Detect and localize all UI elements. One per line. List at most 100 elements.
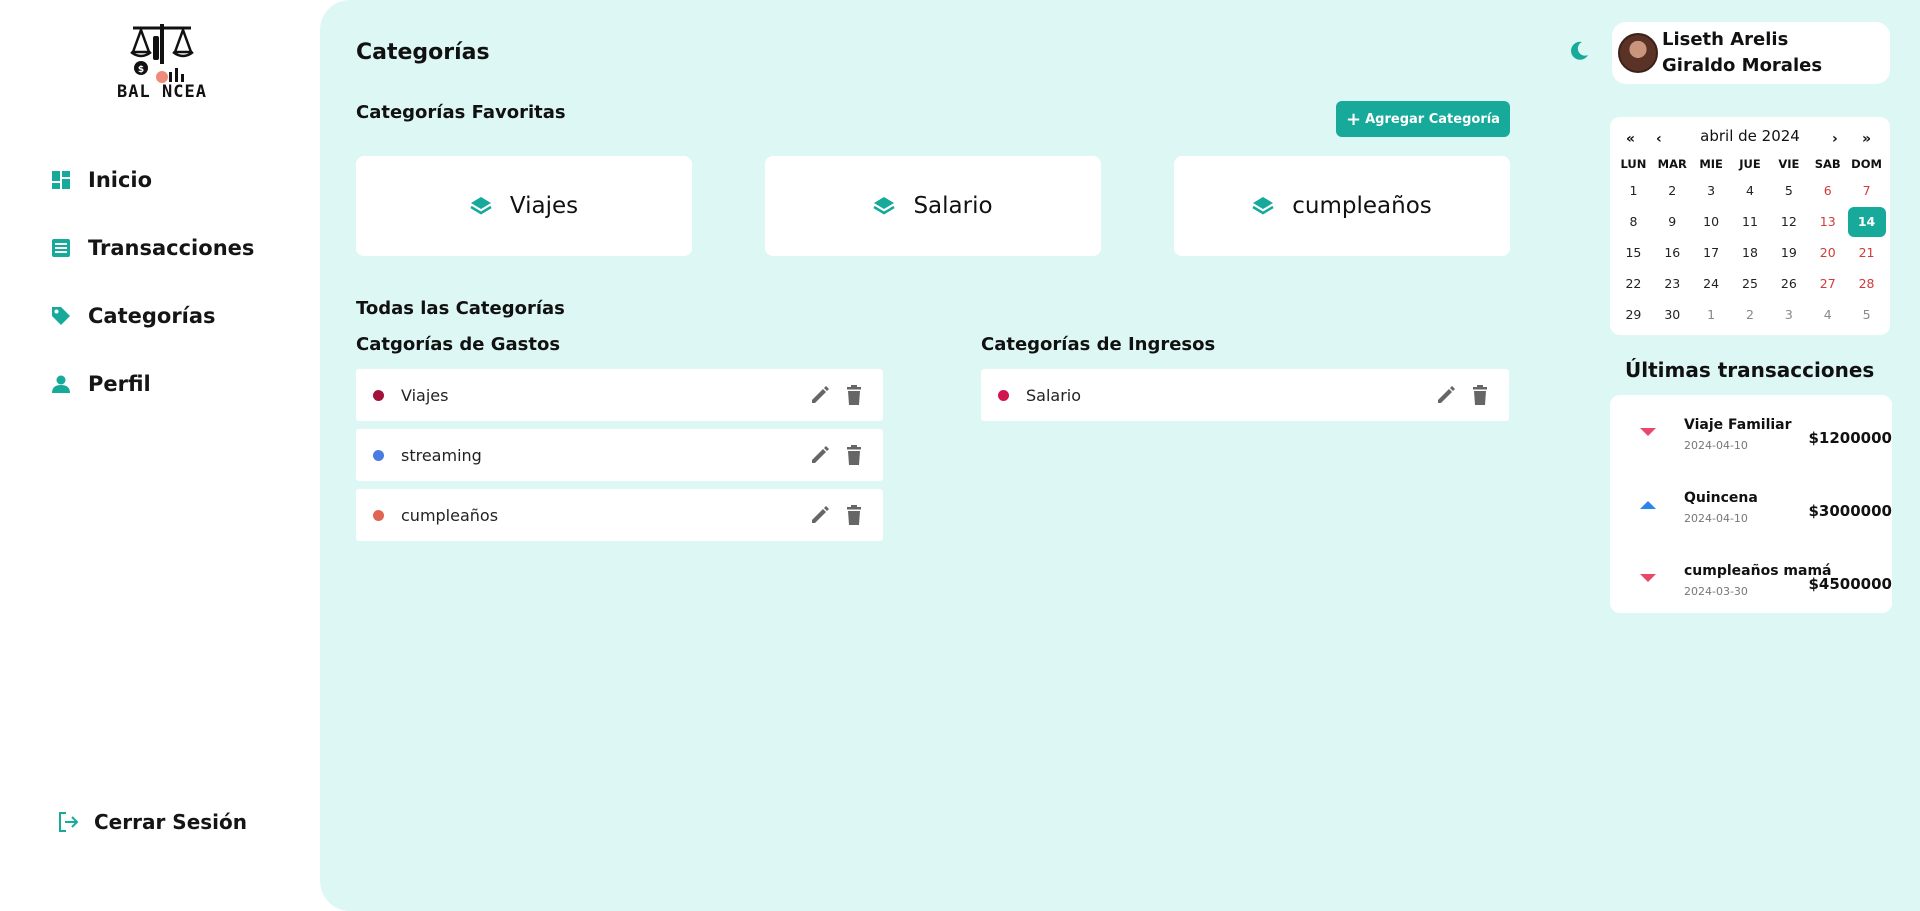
calendar-day[interactable]: 3 [1769, 299, 1808, 330]
calendar-day[interactable]: 17 [1692, 237, 1731, 268]
logout-label: Cerrar Sesión [94, 810, 247, 834]
sidebar-item-transacciones[interactable]: Transacciones [50, 228, 254, 268]
calendar-day[interactable]: 26 [1769, 268, 1808, 299]
delete-icon[interactable] [1469, 384, 1491, 406]
calendar-day[interactable]: 5 [1847, 299, 1886, 330]
expense-category-row: cumpleaños [356, 489, 883, 541]
category-color-dot [373, 449, 384, 461]
calendar-weekday: MAR [1657, 157, 1687, 171]
edit-icon[interactable] [809, 444, 831, 466]
sidebar-item-inicio[interactable]: Inicio [50, 160, 254, 200]
brand-logo[interactable]: $ BAL NCEA [112, 22, 212, 114]
calendar-day[interactable]: 8 [1614, 206, 1653, 237]
app-root: $ BAL NCEA Inicio Transacciones Categorí… [0, 0, 1920, 911]
calendar-grid: LUN MAR MIE JUE VIE SAB DOM 1 2 3 4 5 6 7 8 9 10 11 12 13 14… [1614, 153, 1886, 330]
calendar-day[interactable]: 28 [1847, 268, 1886, 299]
category-color-dot [373, 389, 384, 401]
expense-category-row: streaming [356, 429, 883, 481]
calendar-day[interactable]: 29 [1614, 299, 1653, 330]
transaction-row[interactable]: Viaje Familiar 2024-04-10 $1200000 [1610, 399, 1892, 459]
calendar-day[interactable]: 2 [1731, 299, 1770, 330]
calendar-day[interactable]: 19 [1769, 237, 1808, 268]
arrow-down-icon [1640, 574, 1656, 582]
calendar-day[interactable]: 4 [1731, 175, 1770, 206]
calendar-weekday: DOM [1851, 157, 1882, 171]
layers-icon [873, 195, 896, 217]
calendar-day[interactable]: 23 [1653, 268, 1692, 299]
favorite-card[interactable]: Salario [765, 156, 1101, 256]
transaction-date: 2024-04-10 [1684, 512, 1748, 525]
calendar-day[interactable]: 22 [1614, 268, 1653, 299]
sidebar-item-perfil[interactable]: Perfil [50, 364, 254, 404]
calendar-day[interactable]: 27 [1808, 268, 1847, 299]
user-profile-card[interactable]: Liseth Arelis Giraldo Morales [1612, 22, 1890, 84]
income-category-row: Salario [981, 369, 1509, 421]
transaction-name: Viaje Familiar [1684, 417, 1792, 433]
calendar-day[interactable]: 11 [1731, 206, 1770, 237]
calendar-next-month-button[interactable]: › [1832, 131, 1838, 147]
calendar-next-year-button[interactable]: » [1862, 131, 1871, 147]
sidebar-item-label: Transacciones [88, 236, 255, 260]
transaction-amount: $4500000 [1808, 575, 1893, 593]
arrow-up-icon [1640, 501, 1656, 509]
user-name: Liseth Arelis Giraldo Morales [1662, 29, 1823, 76]
calendar-day[interactable]: 16 [1653, 237, 1692, 268]
sidebar-item-label: Perfil [88, 372, 151, 396]
transaction-date: 2024-04-10 [1684, 439, 1748, 452]
arrow-down-icon [1640, 428, 1656, 436]
plus-icon: + [1346, 108, 1362, 130]
sidebar-nav: Inicio Transacciones Categorías Perfil [50, 160, 254, 432]
sidebar-item-categorias[interactable]: Categorías [50, 296, 254, 336]
income-title: Categorías de Ingresos [981, 334, 1216, 355]
favorite-card[interactable]: cumpleaños [1174, 156, 1510, 256]
calendar-day[interactable]: 3 [1692, 175, 1731, 206]
calendar-day[interactable]: 14 [1847, 206, 1886, 237]
transaction-row[interactable]: Quincena 2024-04-10 $3000000 [1610, 472, 1892, 532]
sidebar-item-label: Inicio [88, 168, 153, 192]
edit-icon[interactable] [809, 384, 831, 406]
delete-icon[interactable] [843, 384, 865, 406]
all-categories-title: Todas las Categorías [356, 298, 565, 319]
calendar-day[interactable]: 15 [1614, 237, 1653, 268]
calendar-day[interactable]: 20 [1808, 237, 1847, 268]
calendar-month-title[interactable]: abril de 2024 [1610, 127, 1890, 145]
calendar-weekday: LUN [1620, 157, 1647, 171]
calendar-day[interactable]: 1 [1614, 175, 1653, 206]
calendar-day[interactable]: 18 [1731, 237, 1770, 268]
dark-mode-moon-icon[interactable] [1568, 40, 1590, 62]
favorite-card-label: cumpleaños [1292, 193, 1432, 219]
edit-icon[interactable] [1435, 384, 1457, 406]
calendar-day[interactable]: 2 [1653, 175, 1692, 206]
edit-icon[interactable] [809, 504, 831, 526]
category-color-dot [998, 389, 1009, 401]
calendar-day[interactable]: 10 [1692, 206, 1731, 237]
tag-icon [50, 305, 72, 327]
logout-button[interactable]: Cerrar Sesión [56, 810, 247, 834]
transaction-amount: $3000000 [1808, 502, 1893, 520]
calendar-day[interactable]: 21 [1847, 237, 1886, 268]
calendar-day[interactable]: 24 [1692, 268, 1731, 299]
calendar-day[interactable]: 4 [1808, 299, 1847, 330]
calendar-day[interactable]: 5 [1769, 175, 1808, 206]
calendar-day[interactable]: 6 [1808, 175, 1847, 206]
scale-logo-icon: $ [130, 24, 194, 83]
calendar-day[interactable]: 13 [1808, 206, 1847, 237]
calendar-day[interactable]: 12 [1769, 206, 1808, 237]
category-label: Viajes [401, 385, 449, 405]
calendar-weekday: MIE [1699, 157, 1723, 171]
add-category-button[interactable]: + Agregar Categoría [1336, 101, 1510, 137]
calendar-day[interactable]: 1 [1692, 299, 1731, 330]
favorite-card[interactable]: Viajes [356, 156, 692, 256]
calendar-day[interactable]: 30 [1653, 299, 1692, 330]
calendar-day[interactable]: 25 [1731, 268, 1770, 299]
category-label: streaming [401, 445, 482, 465]
calendar-day[interactable]: 7 [1847, 175, 1886, 206]
sidebar-item-label: Categorías [88, 304, 216, 328]
calendar-day[interactable]: 9 [1653, 206, 1692, 237]
category-label: cumpleaños [401, 505, 499, 525]
delete-icon[interactable] [843, 504, 865, 526]
category-color-dot [373, 509, 384, 521]
dashboard-icon [50, 169, 72, 191]
transaction-row[interactable]: cumpleaños mamá 2024-03-30 $4500000 [1610, 545, 1892, 605]
delete-icon[interactable] [843, 444, 865, 466]
